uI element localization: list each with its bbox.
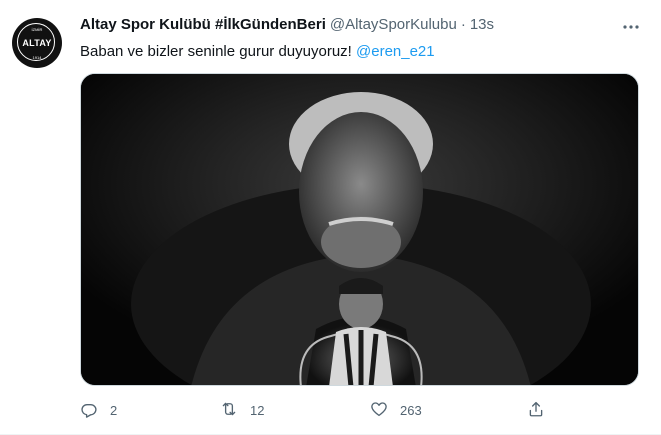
tweet[interactable]: İZMİR ALTAY 1914 Altay Spor Kulübü #İlkG… <box>0 0 661 435</box>
photo-image <box>81 74 638 385</box>
display-name[interactable]: Altay Spor Kulübü #İlkGündenBeri <box>80 16 326 33</box>
mention-link[interactable]: @eren_e21 <box>356 43 435 60</box>
avatar-bottom-text: 1914 <box>32 55 42 60</box>
avatar-top-text: İZMİR <box>31 27 43 32</box>
tweet-text: Baban ve bizler seninle gurur duyuyoruz!… <box>80 43 435 60</box>
like-count: 263 <box>400 402 422 418</box>
share-icon <box>527 400 545 421</box>
tweet-text-body: Baban ve bizler seninle gurur duyuyoruz! <box>80 43 356 60</box>
more-options-icon[interactable] <box>620 18 642 36</box>
retweet-count: 12 <box>250 402 265 418</box>
avatar-logo-text: ALTAY <box>22 38 52 48</box>
retweet-icon <box>220 400 238 421</box>
retweet-button[interactable]: 12 <box>220 398 264 422</box>
heart-icon <box>370 400 388 421</box>
reply-icon <box>80 400 98 421</box>
tweet-actions: 2 12 263 <box>80 398 560 422</box>
timestamp[interactable]: 13s <box>470 16 494 33</box>
avatar[interactable]: İZMİR ALTAY 1914 <box>12 18 62 68</box>
tweet-media-image[interactable] <box>80 73 639 386</box>
separator-dot: · <box>460 16 466 33</box>
share-button[interactable] <box>527 398 545 422</box>
user-handle[interactable]: @AltaySporKulubu <box>330 16 457 33</box>
tweet-header: Altay Spor Kulübü #İlkGündenBeri @AltayS… <box>80 16 494 38</box>
reply-count: 2 <box>110 402 118 418</box>
like-button[interactable]: 263 <box>370 398 422 422</box>
reply-button[interactable]: 2 <box>80 398 117 422</box>
